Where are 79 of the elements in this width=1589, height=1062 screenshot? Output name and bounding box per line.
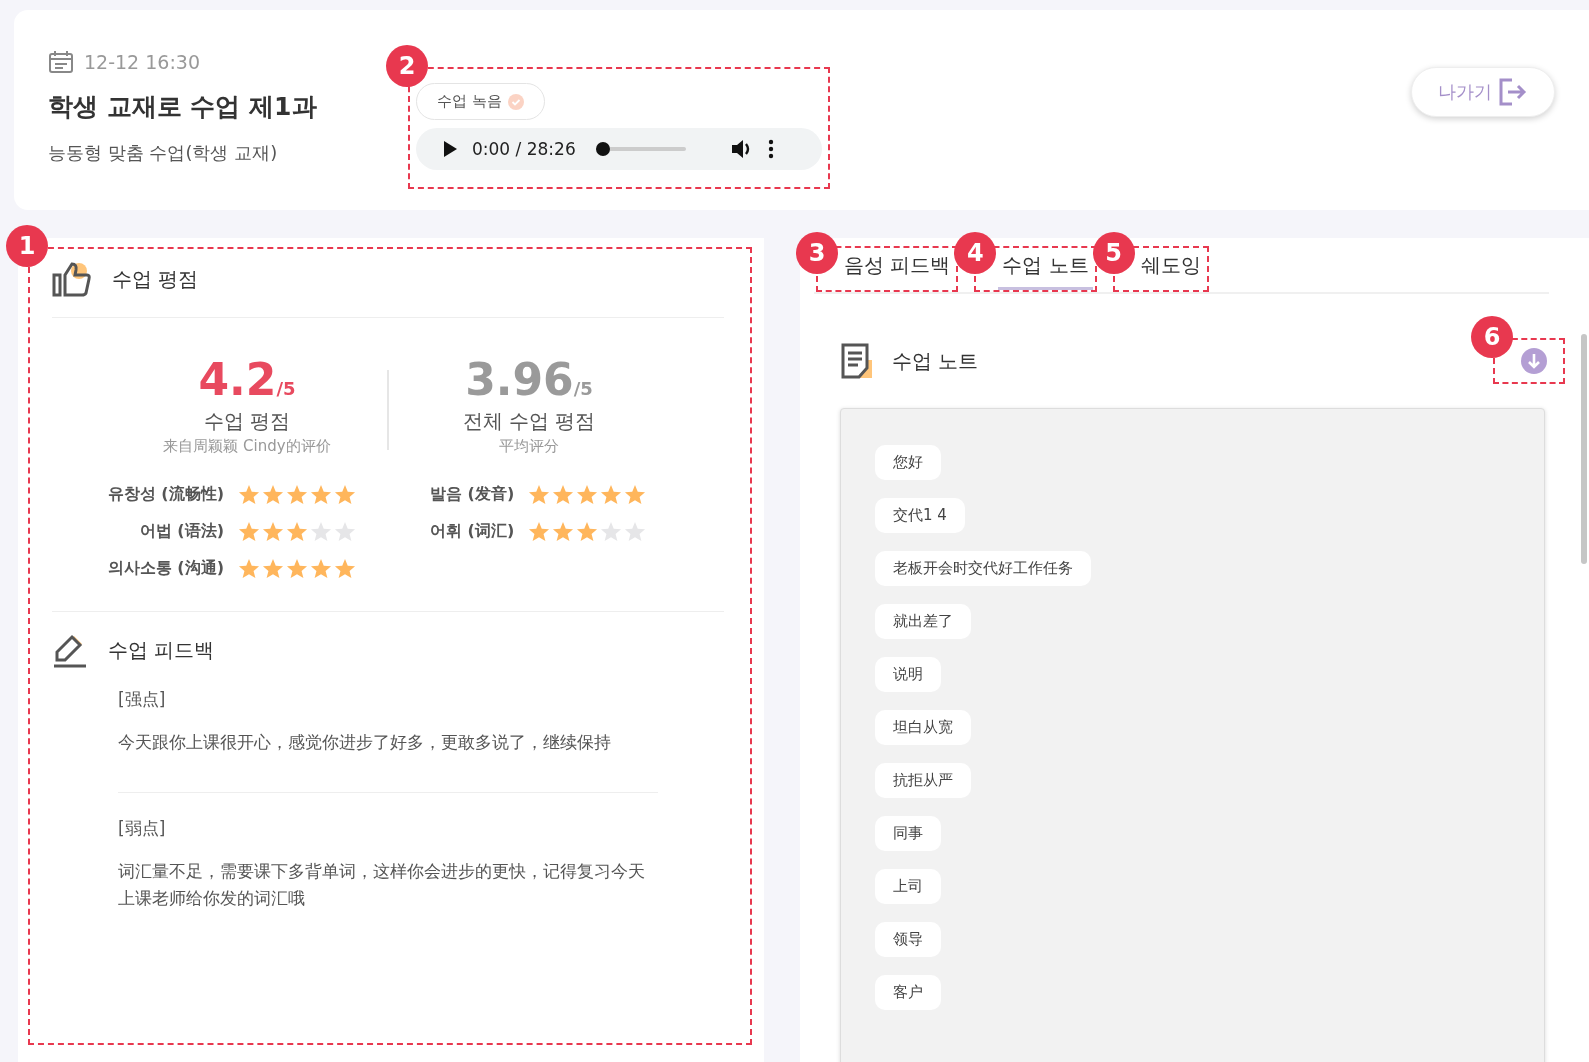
- lesson-type: 능동형 맞춤 수업(학생 교재): [48, 141, 279, 165]
- star-icon: [310, 521, 332, 542]
- callout-badge: 2: [386, 45, 428, 87]
- note-chip: 说明: [875, 657, 941, 692]
- score-caption: 来自周颖颖 Cindy的评价: [163, 437, 331, 456]
- star-icon: [286, 484, 308, 505]
- star-icon: [624, 521, 647, 542]
- criterion-label: 유창성 (流畅性): [107, 484, 224, 505]
- star-icon: [238, 558, 260, 579]
- star-icon: [600, 521, 623, 542]
- callout-badge: 5: [1092, 232, 1135, 274]
- star-icon: [238, 521, 260, 542]
- tab[interactable]: 쉐도잉: [1136, 248, 1205, 290]
- callout-badge: 6: [1471, 316, 1513, 358]
- playback-time: 0:00 / 28:26: [472, 139, 576, 159]
- section-title: 수업 피드백: [108, 636, 215, 664]
- more-icon[interactable]: [767, 139, 774, 159]
- check-circle-icon: [507, 93, 524, 110]
- thumbs-up-icon: [52, 261, 92, 297]
- star-icon: [624, 484, 647, 505]
- score-label: 전체 수업 평점: [462, 408, 596, 435]
- callout-badge: 4: [954, 232, 997, 274]
- exit-icon: [1498, 78, 1528, 106]
- note-chip: 抗拒从严: [875, 763, 971, 798]
- score-label: 수업 평점: [203, 408, 291, 435]
- star-icon: [334, 484, 356, 505]
- note-chip: 您好: [875, 445, 941, 480]
- criterion-label: 어휘 (词汇): [430, 521, 515, 542]
- seek-track[interactable]: [595, 142, 686, 156]
- criterion-label: 어법 (语法): [139, 521, 224, 542]
- star-icon: [262, 521, 284, 542]
- star-icon: [528, 521, 551, 542]
- star-icon: [528, 484, 551, 505]
- note-chip: 客户: [875, 975, 941, 1010]
- feedback-text: 今天跟你上课很开心，感觉你进步了好多，更敢多说了，继续保持: [118, 731, 612, 754]
- note-chip: 领导: [875, 922, 941, 957]
- section-title: 수업 노트: [892, 347, 979, 375]
- scrollbar[interactable]: [1581, 334, 1587, 564]
- tab[interactable]: 음성 피드백: [840, 248, 955, 290]
- document-icon: [840, 342, 874, 380]
- lesson-date: 12-12 16:30: [84, 51, 200, 73]
- star-icon: [576, 521, 599, 542]
- seek-thumb[interactable]: [595, 142, 610, 156]
- play-icon[interactable]: [442, 140, 458, 158]
- star-icon: [334, 558, 356, 579]
- note-chip: 同事: [875, 816, 941, 851]
- lesson-title: 학생 교재로 수업 제1과: [48, 91, 318, 123]
- tab[interactable]: 수업 노트: [998, 248, 1093, 290]
- star-icon: [576, 484, 599, 505]
- section-title: 수업 평점: [112, 265, 199, 293]
- note-chip: 老板开会时交代好工作任务: [875, 551, 1091, 586]
- note-chip: 上司: [875, 869, 941, 904]
- callout-badge: 1: [6, 225, 48, 267]
- feedback-text: 词汇量不足，需要课下多背单词，这样你会进步的更快，记得复习今天上课老师给你发的词汇哦: [118, 860, 646, 910]
- star-icon: [552, 521, 575, 542]
- star-icon: [286, 521, 308, 542]
- score-caption: 平均评分: [499, 437, 559, 456]
- score-value: 4.2/5: [198, 358, 296, 402]
- star-icon: [286, 558, 308, 579]
- note-chip: 坦白从宽: [875, 710, 971, 745]
- star-icon: [552, 484, 575, 505]
- star-icon: [238, 484, 260, 505]
- feedback-heading: [弱点]: [118, 817, 167, 840]
- feedback-heading: [强点]: [118, 688, 167, 711]
- criterion-label: 발음 (发音): [430, 484, 515, 505]
- star-icon: [310, 484, 332, 505]
- star-icon: [334, 521, 356, 542]
- callout-badge: 3: [796, 232, 838, 274]
- pencil-icon: [52, 632, 88, 668]
- star-icon: [600, 484, 623, 505]
- note-chip: 交代1 4: [875, 498, 965, 533]
- star-icon: [262, 558, 284, 579]
- criterion-label: 의사소통 (沟通): [107, 558, 224, 579]
- star-icon: [262, 484, 284, 505]
- star-icon: [310, 558, 332, 579]
- note-chip: 就出差了: [875, 604, 971, 639]
- score-value: 3.96/5: [465, 358, 593, 402]
- recording-label-text: 수업 녹음: [437, 92, 502, 111]
- calendar-icon: [48, 50, 74, 74]
